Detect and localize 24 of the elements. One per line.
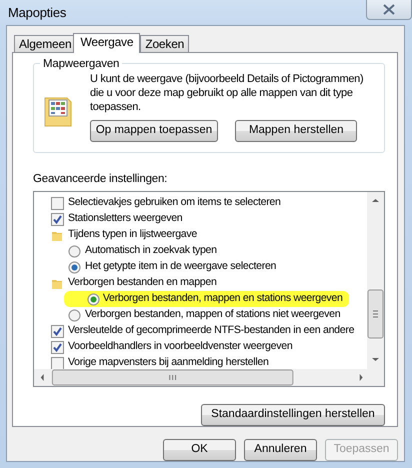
apply-button[interactable]: Op mappen toepassen: [90, 120, 218, 142]
option-label: Het getypte item in de weergave selecteren: [85, 259, 276, 274]
restore-defaults-button[interactable]: Standaardinstellingen herstellen: [201, 404, 385, 426]
close-button[interactable]: [366, 0, 412, 20]
group-label: Tijdens typen in lijstweergave: [68, 227, 197, 242]
apply-button[interactable]: Mappen herstellen: [235, 120, 358, 142]
option-label: Versleutelde of gecomprimeerde NTFS-bestanden in een andere: [68, 323, 354, 338]
option-label: Stationsletters weergeven: [68, 211, 182, 226]
tab[interactable]: Zoeken: [140, 35, 190, 52]
dialog-button[interactable]: OK: [163, 439, 236, 461]
option-label: Voorbeeldhandlers in voorbeeldvenster weergeven: [68, 339, 292, 354]
option-label: Selectievakjes gebruiken om items te selecteren: [68, 195, 281, 210]
option-label: Verborgen bestanden, mappen of stations niet weergeven: [85, 307, 340, 322]
option-label: Vorige mapvensters bij aanmelding herstellen: [68, 355, 269, 370]
window-title: Mapopties: [8, 4, 66, 22]
description-text: U kunt de weergave (bijvoorbeeld Details of Pictogrammen) die u voor deze map gebruikt op alle mappen van dit type toepassen.: [90, 72, 364, 114]
advanced-label: Geavanceerde instellingen:: [33, 172, 168, 187]
settings-list[interactable]: [33, 191, 385, 388]
close-icon: [383, 4, 395, 14]
option-label: Verborgen bestanden, mappen en stations weergeven: [102, 291, 343, 306]
tab[interactable]: Weergave: [73, 33, 140, 53]
dialog-button[interactable]: Annuleren: [244, 439, 317, 461]
option-label: Automatisch in zoekvak typen: [85, 243, 217, 258]
group-label: Verborgen bestanden en mappen: [68, 275, 217, 290]
